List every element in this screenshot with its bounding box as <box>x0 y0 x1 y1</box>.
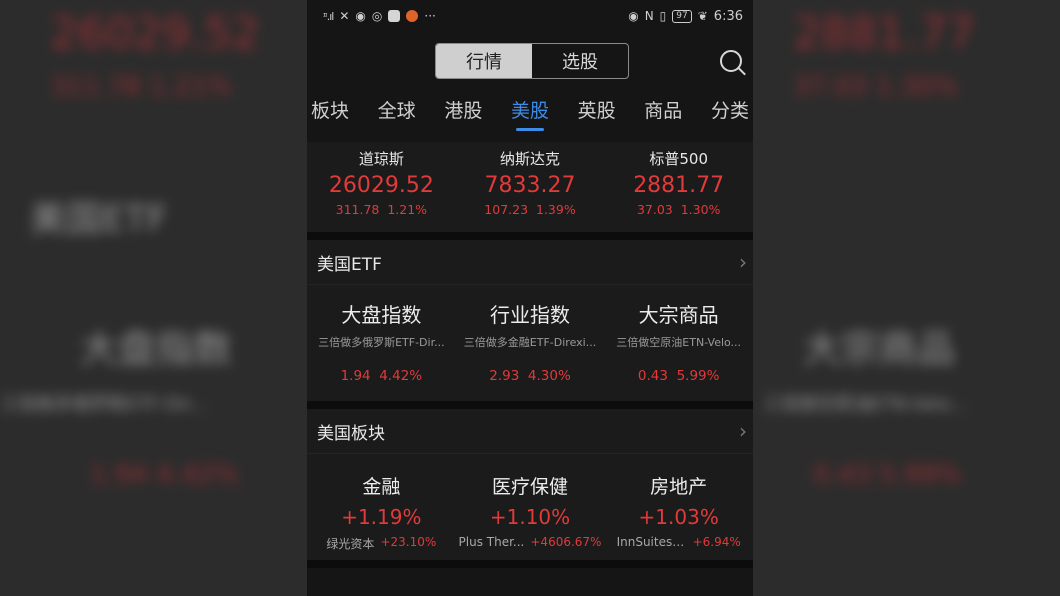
leader-stock: InnSuites ... <box>616 535 687 549</box>
wechat-icon: ✕ <box>339 9 350 23</box>
status-bar: ᶦᶦ.ıl ✕ ◉ ◎ ··· ◉ N ▯ 97 ❦ 6:36 <box>307 0 753 32</box>
chevron-right-icon[interactable]: › <box>739 419 747 443</box>
segment-stock-picker[interactable]: 选股 <box>532 44 628 78</box>
status-left: ᶦᶦ.ıl ✕ ◉ ◎ ··· <box>323 9 436 23</box>
app-icon-2 <box>406 10 419 22</box>
etf-item-commodities[interactable]: 大宗商品 三倍做空原油ETN-Velo... 0.43 5.99% <box>604 285 753 401</box>
sector-pct: +1.19% <box>341 505 422 529</box>
battery-icon: 97 <box>672 9 692 23</box>
etf-name: 行业指数 <box>490 303 570 327</box>
blur-sub: 311.78 1.21% <box>50 72 232 102</box>
sector-name: 医疗保健 <box>492 476 569 498</box>
index-change: 311.78 1.21% <box>335 202 428 217</box>
status-right: ◉ N ▯ 97 ❦ 6:36 <box>628 9 743 24</box>
blur-title: 美国ETF <box>30 199 168 240</box>
leaf-icon: ❦ <box>697 9 708 23</box>
blur-change: 1.94 4.42% <box>90 460 239 490</box>
etf-item-industry[interactable]: 行业指数 三倍做多金融ETF-Direxi... 2.93 4.30% <box>456 285 605 401</box>
tab-us[interactable]: 美股 <box>511 90 549 142</box>
market-tabs: 板块 全球 港股 美股 英股 商品 分类 <box>307 90 753 142</box>
leader-stock: 绿光资本 <box>326 537 375 551</box>
index-dow[interactable]: 道琼斯 26029.52 311.78 1.21% <box>307 142 456 232</box>
blur-change: 0.43 5.99% <box>813 460 962 490</box>
index-change: 37.03 1.30% <box>636 202 721 217</box>
divider <box>307 560 753 568</box>
index-name: 纳斯达克 <box>500 150 561 168</box>
index-nasdaq[interactable]: 纳斯达克 7833.27 107.23 1.39% <box>456 142 605 232</box>
blur-value: 2881.77 <box>793 8 975 59</box>
weibo-icon: ◉ <box>355 9 366 23</box>
blurred-background-right: 2881.77 37.03 1.30% 大宗商品 三倍做空原油ETN-Velo.… <box>753 0 1060 596</box>
etf-change: 1.94 4.42% <box>340 368 423 384</box>
index-name: 道琼斯 <box>358 150 404 168</box>
blur-name: 大宗商品 <box>803 327 956 371</box>
blur-line: 三倍做多俄罗斯ETF-Dir... <box>0 394 207 415</box>
etf-sub: 三倍做空原油ETN-Velo... <box>616 336 742 349</box>
sector-section-header[interactable]: 美国板块 › <box>307 409 753 454</box>
index-sp500[interactable]: 标普500 2881.77 37.03 1.30% <box>604 142 753 232</box>
index-name: 标普500 <box>649 150 708 168</box>
segment-quotes[interactable]: 行情 <box>436 44 532 78</box>
sector-item-healthcare[interactable]: 医疗保健 +1.10% Plus Ther... +4606.67% <box>456 454 605 560</box>
etf-change: 2.93 4.30% <box>489 368 571 384</box>
phone-screen: ᶦᶦ.ıl ✕ ◉ ◎ ··· ◉ N ▯ 97 ❦ 6:36 行情 选股 板块… <box>307 0 753 596</box>
etf-name: 大宗商品 <box>638 303 719 327</box>
tab-commodities[interactable]: 商品 <box>644 90 682 142</box>
sector-item-finance[interactable]: 金融 +1.19% 绿光资本 +23.10% <box>307 454 456 560</box>
sector-grid: 金融 +1.19% 绿光资本 +23.10% 医疗保健 +1.10% Plus … <box>307 454 753 560</box>
signal-icon: ᶦᶦ.ıl <box>323 9 334 23</box>
tab-sectors[interactable]: 板块 <box>311 90 349 142</box>
tab-uk[interactable]: 英股 <box>578 90 616 142</box>
blur-sub: 37.03 1.30% <box>793 72 959 102</box>
index-value: 26029.52 <box>328 173 434 198</box>
leader-pct: +4606.67% <box>530 535 602 549</box>
chevron-right-icon[interactable]: › <box>739 250 747 274</box>
etf-change: 0.43 5.99% <box>637 368 720 384</box>
etf-name: 大盘指数 <box>341 303 422 327</box>
divider <box>307 401 753 409</box>
sector-pct: +1.03% <box>638 505 719 529</box>
sector-name: 房地产 <box>650 476 708 498</box>
nfc-icon: N <box>644 9 654 23</box>
tab-global[interactable]: 全球 <box>378 90 416 142</box>
sector-leader: InnSuites ... +6.94% <box>604 535 753 549</box>
search-icon[interactable] <box>720 50 742 72</box>
leader-stock: Plus Ther... <box>458 535 525 549</box>
segment-control: 行情 选股 <box>435 43 629 79</box>
chrome-icon: ◎ <box>371 9 383 23</box>
clock: 6:36 <box>713 8 743 24</box>
vibrate-icon: ▯ <box>659 9 667 23</box>
top-bar: 行情 选股 <box>307 32 753 90</box>
index-value: 7833.27 <box>484 173 576 198</box>
sector-item-real-estate[interactable]: 房地产 +1.03% InnSuites ... +6.94% <box>604 454 753 560</box>
index-panel: 道琼斯 26029.52 311.78 1.21% 纳斯达克 7833.27 1… <box>307 142 753 232</box>
section-title: 美国板块 <box>317 423 385 444</box>
index-change: 107.23 1.39% <box>484 202 576 217</box>
etf-grid: 大盘指数 三倍做多俄罗斯ETF-Dir... 1.94 4.42% 行业指数 三… <box>307 285 753 401</box>
etf-sub: 三倍做多金融ETF-Direxi... <box>463 336 597 349</box>
divider <box>307 232 753 240</box>
etf-section-header[interactable]: 美国ETF › <box>307 240 753 285</box>
blur-line: 三倍做空原油ETN-Velo... <box>763 394 968 415</box>
sector-name: 金融 <box>362 476 401 498</box>
tab-categories[interactable]: 分类 <box>711 90 749 142</box>
sector-leader: 绿光资本 +23.10% <box>307 535 456 552</box>
blur-name: 大盘指数 <box>80 327 233 371</box>
more-icon: ··· <box>424 9 436 23</box>
etf-item-large-cap[interactable]: 大盘指数 三倍做多俄罗斯ETF-Dir... 1.94 4.42% <box>307 285 456 401</box>
blurred-background-left: 26029.52 311.78 1.21% 美国ETF 大盘指数 三倍做多俄罗斯… <box>0 0 307 596</box>
leader-pct: +23.10% <box>380 535 437 549</box>
sector-pct: +1.10% <box>489 505 571 529</box>
leader-pct: +6.94% <box>692 535 741 549</box>
etf-sub: 三倍做多俄罗斯ETF-Dir... <box>318 336 445 349</box>
index-value: 2881.77 <box>633 173 725 198</box>
sector-leader: Plus Ther... +4606.67% <box>456 535 605 549</box>
blur-value: 26029.52 <box>50 8 260 59</box>
eye-icon: ◉ <box>628 9 639 23</box>
tab-hk[interactable]: 港股 <box>444 90 482 142</box>
section-title: 美国ETF <box>317 254 382 275</box>
app-icon <box>388 10 401 22</box>
